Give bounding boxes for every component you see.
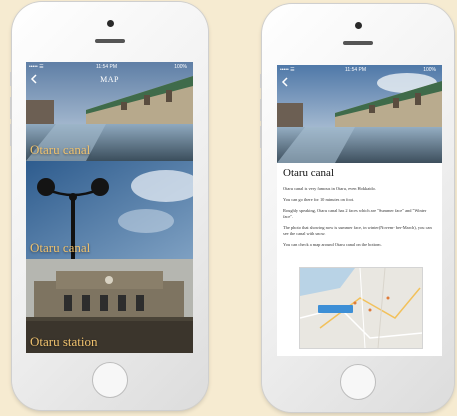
battery-level: 100% [174, 64, 187, 70]
detail-paragraph: Roughly speaking, Otaru canal has 2 face… [283, 208, 427, 219]
earpiece-speaker [95, 39, 125, 43]
signal-indicator: ••••• ☰ [280, 67, 295, 73]
volume-down-button [10, 124, 12, 146]
front-camera [355, 22, 362, 29]
earpiece-speaker [343, 41, 373, 45]
status-bar: ••••• ☰ 11:54 PM 100% [277, 65, 442, 74]
chevron-left-icon[interactable] [29, 73, 39, 85]
detail-paragraph: You can check a map around Otaru canal o… [283, 242, 382, 247]
battery-level: 100% [423, 67, 436, 73]
mute-switch [10, 72, 12, 86]
status-time: 11:54 PM [96, 64, 118, 70]
list-item-otaru-canal-lamp[interactable]: Otaru canal [26, 161, 193, 259]
detail-paragraph: You can go there for 10 minutes on foot. [283, 197, 355, 202]
list-item-label: Otaru station [30, 334, 98, 349]
volume-down-button [260, 126, 262, 148]
detail-paragraph: Otaru canal is very famous in Otaru, eve… [283, 186, 376, 191]
list-item-label: Otaru canal [30, 142, 91, 157]
list-item-otaru-station[interactable]: Otaru station [26, 259, 193, 353]
canal-hero-photo [277, 65, 442, 163]
list-item-label: Otaru canal [30, 240, 91, 255]
signal-indicator: ••••• ☰ [29, 64, 44, 70]
mute-switch [260, 74, 262, 88]
volume-up-button [10, 97, 12, 119]
left-phone-device: ••••• ☰ 11:54 PM 100% MAP Otaru canal Ot… [10, 2, 208, 410]
area-map[interactable] [299, 267, 423, 349]
status-time: 11:54 PM [345, 67, 367, 73]
status-bar: ••••• ☰ 11:54 PM 100% [26, 62, 193, 71]
home-button[interactable] [92, 362, 128, 398]
detail-screen: ••••• ☰ 11:54 PM 100% Otaru canal Otaru … [277, 65, 442, 356]
chevron-left-icon[interactable] [280, 76, 290, 88]
front-camera [107, 20, 114, 27]
detail-paragraph: The photo that showing now is summer fac… [283, 225, 432, 236]
map-location-marker[interactable] [318, 305, 353, 313]
home-button[interactable] [340, 364, 376, 400]
volume-up-button [260, 99, 262, 121]
map-list-screen: ••••• ☰ 11:54 PM 100% MAP Otaru canal Ot… [26, 62, 193, 353]
detail-title: Otaru canal [283, 167, 334, 179]
nav-title: MAP [100, 75, 119, 84]
right-phone-device: ••••• ☰ 11:54 PM 100% Otaru canal Otaru … [260, 4, 454, 412]
